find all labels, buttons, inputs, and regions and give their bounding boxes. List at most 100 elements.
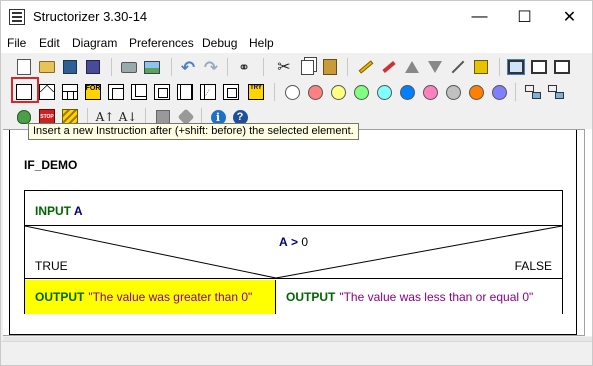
instruction-button-highlight <box>11 77 39 103</box>
color-button-7[interactable] <box>419 81 441 103</box>
open-button[interactable] <box>36 56 58 78</box>
eraser-icon <box>382 60 396 74</box>
color-swatch <box>422 84 438 100</box>
menu-edit[interactable]: Edit <box>39 36 60 50</box>
menu-debug[interactable]: Debug <box>202 36 237 50</box>
add-parallel-button[interactable] <box>220 81 242 103</box>
color-button-4[interactable] <box>350 81 372 103</box>
if-condition[interactable]: A > 0 TRUE FALSE <box>25 226 562 279</box>
new-page-icon <box>17 59 31 75</box>
color-swatch <box>353 84 369 100</box>
menu-preferences[interactable]: Preferences <box>129 36 194 50</box>
export-image-button[interactable] <box>141 56 163 78</box>
status-bar <box>1 341 592 365</box>
color-swatch <box>445 84 461 100</box>
transmute-button[interactable] <box>447 56 469 78</box>
view-switch-icon <box>554 60 570 74</box>
add-try-button[interactable]: TRY <box>245 81 267 103</box>
wand-icon <box>451 60 465 74</box>
color-button-6[interactable] <box>396 81 418 103</box>
output-keyword: OUTPUT <box>35 290 85 304</box>
undo-button[interactable]: ↶ <box>177 56 199 78</box>
color-button-2[interactable] <box>304 81 326 103</box>
redo-button[interactable]: ↷ <box>200 56 222 78</box>
if-triangle-lines <box>25 226 562 279</box>
toolbar-elements: FOR TRY <box>1 79 592 105</box>
add-if-button[interactable] <box>36 81 58 103</box>
menu-bar: File Edit Diagram Preferences Debug Help <box>1 33 592 53</box>
folder-icon <box>39 61 55 73</box>
add-case-button[interactable] <box>59 81 81 103</box>
delete-element-button[interactable] <box>378 56 400 78</box>
color-swatch <box>284 84 300 100</box>
new-diagram-button[interactable] <box>13 56 35 78</box>
repeat-loop-icon <box>131 84 147 100</box>
vertical-scrollbar[interactable] <box>584 129 592 336</box>
color-button-1[interactable] <box>281 81 303 103</box>
arrow-up-icon <box>405 61 419 73</box>
print-button[interactable] <box>118 56 140 78</box>
save-as-button[interactable] <box>82 56 104 78</box>
maximize-button[interactable]: ☐ <box>502 1 547 32</box>
view-switch-button[interactable] <box>551 56 573 78</box>
toolbar-separator <box>515 83 516 101</box>
input-instruction[interactable]: INPUT A <box>25 191 562 226</box>
image-icon <box>144 60 160 74</box>
color-swatch <box>330 84 346 100</box>
toolbar-separator <box>274 83 275 101</box>
diagram-body: INPUT A A > 0 TRUE FALSE OUTPUT "The val… <box>24 190 563 314</box>
disabled-icon <box>156 110 170 124</box>
toolbar-separator <box>171 58 172 76</box>
collapse-button[interactable] <box>522 81 544 103</box>
menu-diagram[interactable]: Diagram <box>72 36 117 50</box>
add-repeat-button[interactable] <box>128 81 150 103</box>
view-compact-button[interactable] <box>528 56 550 78</box>
add-jump-button[interactable] <box>197 81 219 103</box>
menu-file[interactable]: File <box>7 36 26 50</box>
color-button-8[interactable] <box>442 81 464 103</box>
edit-element-button[interactable] <box>355 56 377 78</box>
cut-button[interactable]: ✂ <box>273 56 295 78</box>
save-button[interactable] <box>59 56 81 78</box>
condition-operator: > <box>290 235 298 249</box>
color-button-9[interactable] <box>465 81 487 103</box>
toolbar-separator <box>111 58 112 76</box>
add-while-button[interactable] <box>105 81 127 103</box>
input-keyword: INPUT A <box>35 204 83 218</box>
input-keyword-text: INPUT <box>35 204 71 218</box>
close-button[interactable]: ✕ <box>547 1 592 32</box>
view-nice-icon <box>507 59 525 75</box>
move-down-button[interactable] <box>424 56 446 78</box>
true-branch-output[interactable]: OUTPUT "The value was greater than 0" <box>25 280 276 314</box>
paste-button[interactable] <box>319 56 341 78</box>
nassi-diagram[interactable]: IF_DEMO INPUT A A > 0 TRUE FALSE OUTPUT … <box>9 130 577 335</box>
color-button-10[interactable] <box>488 81 510 103</box>
structorizer-app-icon <box>9 9 25 25</box>
copy-button[interactable] <box>296 56 318 78</box>
color-button-3[interactable] <box>327 81 349 103</box>
add-for-button[interactable]: FOR <box>82 81 104 103</box>
arrow-down-icon <box>428 61 442 73</box>
collapse-icon <box>525 85 541 99</box>
case-icon <box>62 84 78 100</box>
title-bar: Structorizer 3.30-14 — ☐ ✕ <box>1 1 592 33</box>
view-nice-button[interactable] <box>505 56 527 78</box>
toolbar-separator <box>499 58 500 76</box>
binoculars-icon: ⚭ <box>238 58 250 75</box>
color-button-5[interactable] <box>373 81 395 103</box>
diagram-title[interactable]: IF_DEMO <box>24 158 77 172</box>
expand-button[interactable] <box>545 81 567 103</box>
diagram-canvas[interactable]: IF_DEMO INPUT A A > 0 TRUE FALSE OUTPUT … <box>3 129 584 336</box>
outsource-button[interactable] <box>470 56 492 78</box>
move-up-button[interactable] <box>401 56 423 78</box>
copy-icon <box>300 59 314 75</box>
add-call-button[interactable] <box>174 81 196 103</box>
find-replace-button[interactable]: ⚭ <box>233 56 255 78</box>
false-branch-output[interactable]: OUTPUT "The value was less than or equal… <box>276 280 562 314</box>
add-forever-button[interactable] <box>151 81 173 103</box>
output-string: "The value was greater than 0" <box>88 290 253 304</box>
color-swatch <box>399 84 415 100</box>
minimize-button[interactable]: — <box>457 1 502 32</box>
menu-help[interactable]: Help <box>249 36 274 50</box>
color-swatch <box>376 84 392 100</box>
